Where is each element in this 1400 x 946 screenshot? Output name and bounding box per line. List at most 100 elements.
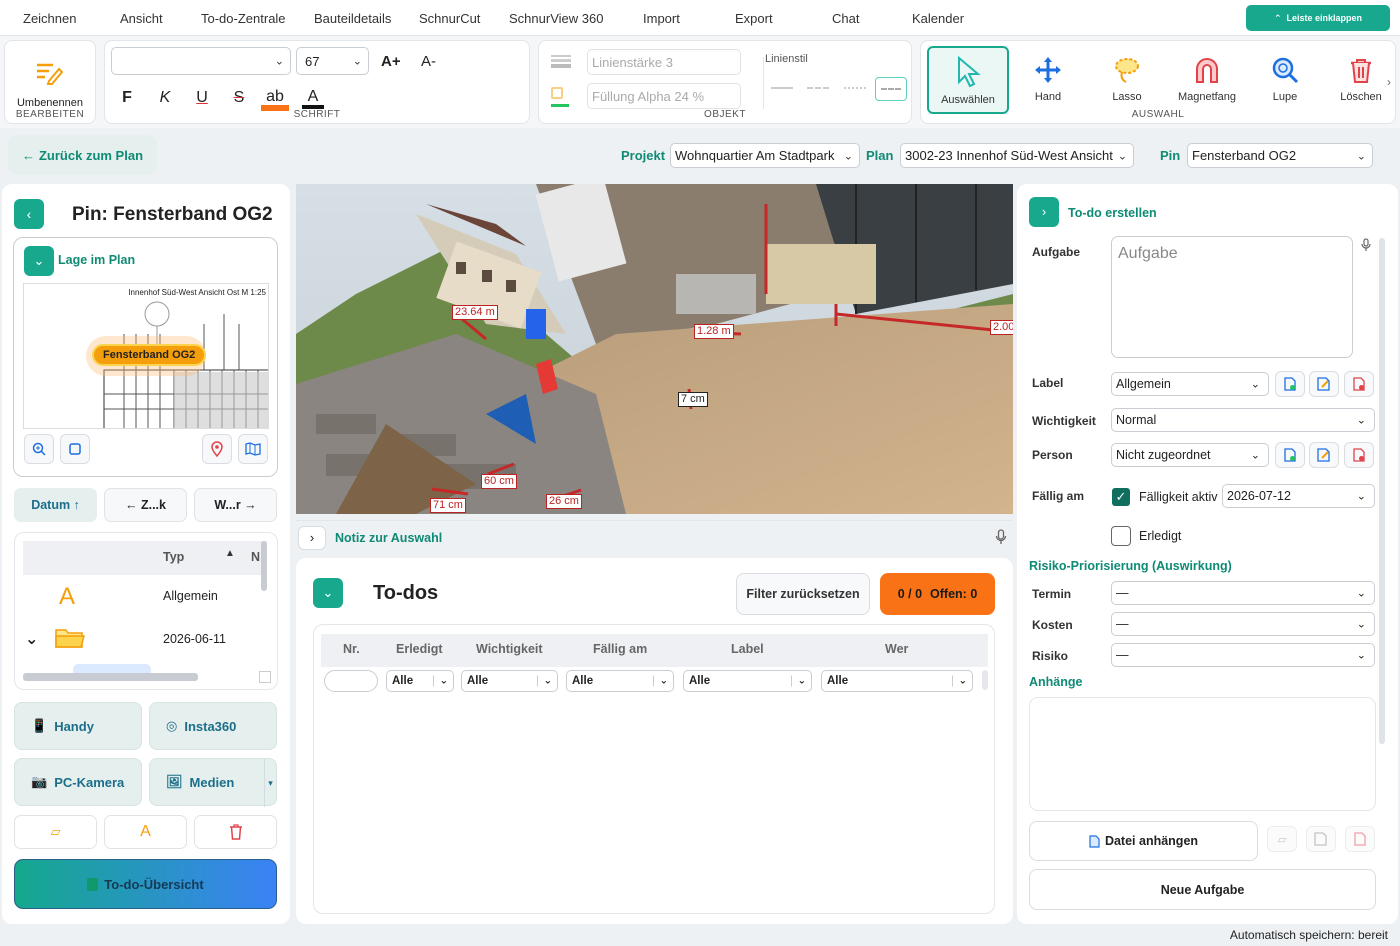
list-header-typ[interactable]: Typ bbox=[163, 550, 184, 564]
line-style-dotted[interactable] bbox=[844, 87, 866, 89]
list-hscrollbar[interactable] bbox=[23, 673, 198, 681]
back-to-plan-button[interactable]: ← Zurück zum Plan bbox=[8, 135, 157, 175]
locate-pin-button[interactable] bbox=[202, 434, 232, 464]
panel-scrollbar[interactable] bbox=[1379, 238, 1385, 744]
tool-select[interactable]: Auswählen bbox=[927, 46, 1009, 114]
font-grow-button[interactable]: A+ bbox=[381, 53, 401, 70]
termin-select[interactable]: — ⌄ bbox=[1111, 581, 1375, 605]
filter-wichtigkeit-select[interactable]: Alle ⌄ bbox=[461, 670, 558, 692]
reset-filter-button[interactable]: Filter zurücksetzen bbox=[736, 573, 870, 615]
line-style-dashdot[interactable] bbox=[875, 77, 907, 101]
todos-toggle-button[interactable]: ⌄ bbox=[313, 578, 343, 608]
label-select[interactable]: Allgemein ⌄ bbox=[1111, 372, 1269, 396]
capture-handy-button[interactable]: 📱 Handy bbox=[14, 702, 142, 750]
kosten-select[interactable]: — ⌄ bbox=[1111, 612, 1375, 636]
menu-schnurcut[interactable]: SchnurCut bbox=[419, 11, 480, 26]
measurement-label[interactable]: 2.00 bbox=[990, 320, 1013, 335]
attachment-edit-button[interactable] bbox=[1306, 826, 1336, 852]
menu-ansicht[interactable]: Ansicht bbox=[120, 11, 163, 26]
italic-button[interactable]: K bbox=[154, 89, 176, 107]
open-folder-button[interactable]: ▱ bbox=[14, 815, 97, 849]
column-nr[interactable]: Nr. bbox=[343, 642, 360, 656]
measurement-label[interactable]: 26 cm bbox=[546, 494, 582, 509]
pin-tag[interactable]: Fensterband OG2 bbox=[92, 344, 207, 366]
tool-lasso[interactable]: Lasso bbox=[1089, 47, 1165, 115]
bold-button[interactable]: F bbox=[116, 89, 138, 107]
faellig-checkbox[interactable]: ✓ bbox=[1112, 488, 1130, 506]
microphone-icon[interactable] bbox=[1361, 238, 1371, 255]
filter-erledigt-select[interactable]: Alle ⌄ bbox=[386, 670, 454, 692]
measurement-label[interactable]: 23.64 m bbox=[452, 305, 498, 320]
todo-overview-button[interactable]: To-do-Übersicht bbox=[14, 859, 277, 909]
chevron-down-icon[interactable]: ⌄ bbox=[25, 629, 38, 649]
microphone-icon[interactable] bbox=[995, 529, 1007, 548]
expand-note-button[interactable]: › bbox=[298, 526, 326, 550]
measurement-label[interactable]: 71 cm bbox=[430, 498, 466, 513]
menu-schnurview[interactable]: SchnurView 360 bbox=[509, 11, 603, 26]
chevron-right-icon[interactable]: › bbox=[1387, 75, 1391, 89]
chevron-down-icon[interactable]: ▾ bbox=[264, 759, 276, 807]
line-style-solid[interactable] bbox=[771, 87, 793, 89]
column-erledigt[interactable]: Erledigt bbox=[396, 642, 443, 656]
plan-thumbnail[interactable]: Innenhof Süd-West Ansicht Ost M 1:25 Fen… bbox=[23, 283, 269, 429]
list-item[interactable]: 2026-06-11 bbox=[163, 632, 226, 646]
note-label[interactable]: Notiz zur Auswahl bbox=[335, 531, 442, 545]
strikethrough-button[interactable]: S bbox=[228, 89, 250, 107]
wichtigkeit-select[interactable]: Normal ⌄ bbox=[1111, 408, 1375, 432]
font-size-select[interactable]: 67 ⌄ bbox=[296, 47, 369, 75]
list-item[interactable]: Allgemein bbox=[163, 589, 218, 603]
font-shrink-button[interactable]: A- bbox=[421, 53, 436, 70]
tool-magnet[interactable]: Magnetfang bbox=[1169, 47, 1245, 115]
aufgabe-textarea[interactable]: Aufgabe bbox=[1111, 236, 1353, 358]
column-label[interactable]: Label bbox=[731, 642, 764, 656]
menu-import[interactable]: Import bbox=[643, 11, 680, 26]
filter-wer-select[interactable]: Alle ⌄ bbox=[821, 670, 973, 692]
tool-hand[interactable]: Hand bbox=[1010, 47, 1086, 115]
line-style-dashed[interactable] bbox=[807, 87, 829, 89]
tool-zoom[interactable]: Lupe bbox=[1247, 47, 1323, 115]
menu-chat[interactable]: Chat bbox=[832, 11, 859, 26]
sort-date-button[interactable]: Datum ↑ bbox=[14, 488, 97, 522]
delete-item-button[interactable] bbox=[194, 815, 277, 849]
column-wichtigkeit[interactable]: Wichtigkeit bbox=[476, 642, 543, 656]
menu-bauteildetails[interactable]: Bauteildetails bbox=[314, 11, 391, 26]
sort-prev-button[interactable]: ← Z...k bbox=[104, 488, 187, 522]
measurement-label[interactable]: 7 cm bbox=[678, 392, 708, 407]
status-badge[interactable]: 0 / 0 Offen: 0 bbox=[880, 573, 995, 615]
lage-toggle-button[interactable]: ⌄ bbox=[24, 246, 54, 276]
open-map-button[interactable] bbox=[238, 434, 268, 464]
column-wer[interactable]: Wer bbox=[885, 642, 908, 656]
collapse-left-button[interactable]: ‹ bbox=[14, 199, 44, 229]
projekt-select[interactable]: Wohnquartier Am Stadtpark ⌄ bbox=[670, 143, 860, 168]
panorama-viewer[interactable]: 23.64 m 1.28 m 2.00 7 cm 60 cm 71 cm 26 … bbox=[296, 184, 1013, 514]
person-edit-button[interactable] bbox=[1309, 442, 1339, 468]
add-text-button[interactable]: A bbox=[104, 815, 187, 849]
attachment-folder-button[interactable]: ▱ bbox=[1267, 826, 1297, 852]
list-scrollbar[interactable] bbox=[261, 541, 267, 591]
new-task-button[interactable]: Neue Aufgabe bbox=[1029, 869, 1376, 910]
rename-label[interactable]: Umbenennen bbox=[5, 97, 95, 109]
label-new-button[interactable] bbox=[1275, 371, 1305, 397]
filter-nr-input[interactable] bbox=[324, 670, 378, 692]
highlight-button[interactable]: ab bbox=[261, 89, 289, 111]
measurement-label[interactable]: 1.28 m bbox=[694, 324, 734, 339]
media-button[interactable]: 🖼 Medien ▾ bbox=[149, 758, 277, 807]
person-select[interactable]: Nicht zugeordnet ⌄ bbox=[1111, 443, 1269, 467]
person-new-button[interactable] bbox=[1275, 442, 1305, 468]
label-delete-button[interactable] bbox=[1344, 371, 1374, 397]
table-scrollbar[interactable] bbox=[982, 670, 988, 690]
underline-button[interactable]: U bbox=[191, 89, 213, 107]
filter-label-select[interactable]: Alle ⌄ bbox=[683, 670, 812, 692]
faellig-date-select[interactable]: 2026-07-12 ⌄ bbox=[1222, 484, 1375, 508]
plan-select[interactable]: 3002-23 Innenhof Süd-West Ansicht ⌄ bbox=[900, 143, 1134, 168]
capture-pc-camera-button[interactable]: 📷 PC-Kamera bbox=[14, 758, 142, 806]
zoom-in-button[interactable] bbox=[24, 434, 54, 464]
fit-view-button[interactable] bbox=[60, 434, 90, 464]
menu-todo-zentrale[interactable]: To-do-Zentrale bbox=[201, 11, 286, 26]
pin-select[interactable]: Fensterband OG2 ⌄ bbox=[1187, 143, 1373, 168]
attach-file-button[interactable]: Datei anhängen bbox=[1029, 821, 1258, 861]
fill-alpha-input[interactable]: Füllung Alpha 24 % bbox=[587, 83, 741, 109]
sort-next-button[interactable]: W...r → bbox=[194, 488, 277, 522]
erledigt-checkbox[interactable] bbox=[1111, 526, 1131, 546]
menu-export[interactable]: Export bbox=[735, 11, 773, 26]
